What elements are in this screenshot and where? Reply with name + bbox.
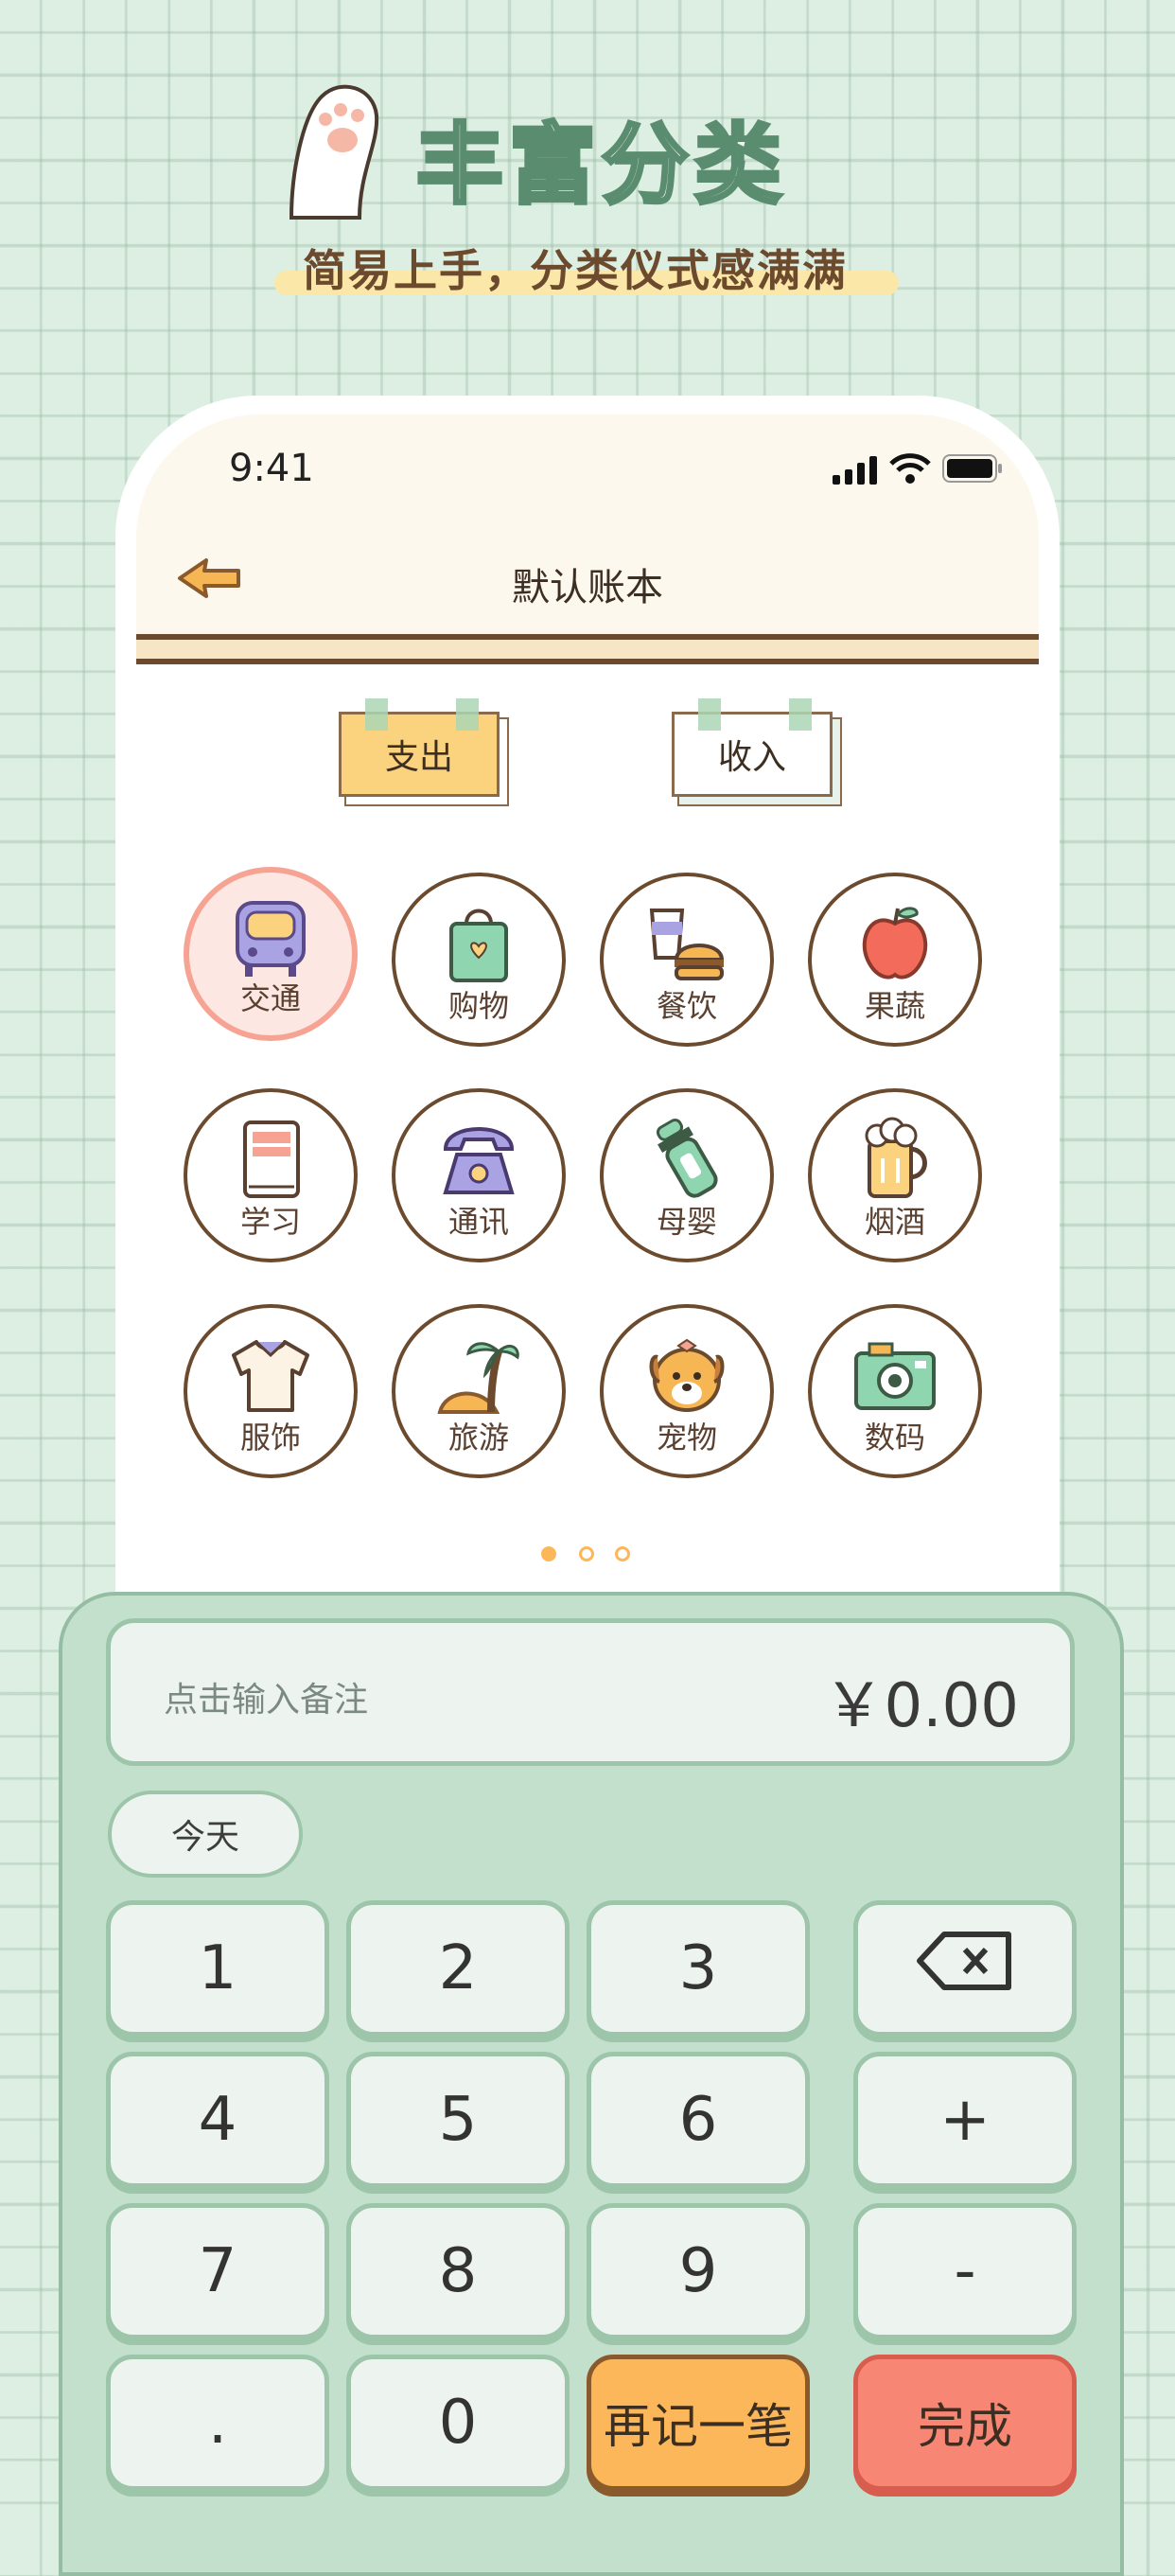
category-label: 餐饮 [656,988,717,1024]
done-button[interactable]: 完成 [853,2355,1077,2491]
key-2[interactable]: 2 [346,1900,570,2037]
key-6[interactable]: 6 [587,2052,810,2188]
category-digital[interactable]: 数码 [808,1304,982,1478]
key-3[interactable]: 3 [587,1900,810,2037]
backspace-button[interactable] [853,1900,1077,2037]
category-label: 服饰 [239,1420,301,1456]
page-dot-2[interactable] [579,1546,594,1561]
wifi-icon [889,452,931,488]
category-label: 母婴 [656,1204,717,1240]
shirt-icon [228,1332,313,1418]
beer-icon [852,1117,938,1202]
baby-bottle-icon [644,1117,729,1202]
category-shopping[interactable]: 购物 [392,873,566,1047]
category-label: 购物 [447,988,509,1024]
subtitle-text: 简易上手，分类仪式感满满 [303,245,848,296]
category-fruit-veg[interactable]: 果蔬 [808,873,982,1047]
backspace-icon [916,1931,1014,2006]
palm-tree-icon [436,1332,521,1418]
record-again-button[interactable]: 再记一笔 [587,2355,810,2491]
key-8[interactable]: 8 [346,2203,570,2339]
book-icon [228,1117,313,1202]
note-input[interactable]: 点击输入备注 ￥0.00 [106,1618,1075,1766]
key-dot[interactable]: . [106,2355,329,2491]
page-dot-1[interactable] [541,1546,556,1561]
burger-drink-icon [644,901,729,986]
category-label: 果蔬 [864,988,925,1024]
category-label: 交通 [239,980,301,1016]
category-travel[interactable]: 旅游 [392,1304,566,1478]
tab-expense[interactable]: 支出 [339,698,509,806]
category-clothing[interactable]: 服饰 [184,1304,358,1478]
category-label: 学习 [239,1204,301,1240]
key-4[interactable]: 4 [106,2052,329,2188]
category-baby[interactable]: 母婴 [600,1088,774,1262]
key-1[interactable]: 1 [106,1900,329,2037]
nav-title: 默认账本 [512,566,663,609]
battery-icon [942,454,1003,486]
note-placeholder: 点击输入备注 [164,1681,369,1720]
date-button[interactable]: 今天 [108,1791,303,1878]
tab-income[interactable]: 收入 [672,698,842,806]
camera-icon [852,1332,938,1418]
category-telecom[interactable]: 通讯 [392,1088,566,1262]
key-7[interactable]: 7 [106,2203,329,2339]
category-pet[interactable]: 宠物 [600,1304,774,1478]
category-study[interactable]: 学习 [184,1088,358,1262]
key-plus[interactable]: + [853,2052,1077,2188]
page-dot-3[interactable] [615,1546,630,1561]
category-label: 烟酒 [864,1204,925,1240]
key-minus[interactable]: - [853,2203,1077,2339]
category-tobacco-alcohol[interactable]: 烟酒 [808,1088,982,1262]
key-9[interactable]: 9 [587,2203,810,2339]
category-dining[interactable]: 餐饮 [600,873,774,1047]
key-0[interactable]: 0 [346,2355,570,2491]
shopping-bag-icon [436,901,521,986]
cat-paw-icon [284,78,388,220]
status-time: 9:41 [229,447,314,490]
dog-icon [644,1332,729,1418]
key-5[interactable]: 5 [346,2052,570,2188]
category-label: 通讯 [447,1204,509,1240]
category-label: 数码 [864,1420,925,1456]
category-label: 旅游 [447,1420,509,1456]
amount-display: ￥0.00 [823,1671,1020,1741]
telephone-icon [436,1117,521,1202]
page-title: 丰富分类 [414,113,788,218]
apple-icon [852,901,938,986]
category-transport[interactable]: 交通 [184,867,358,1041]
phone-screen: 9:41 默认账本 支出 收入 交通 购物 餐饮 果蔬 学习 通讯 母婴 烟酒 … [136,415,1039,1645]
signal-icon [833,456,878,488]
bus-icon [228,897,313,982]
subtitle: 简易上手，分类仪式感满满 [274,237,899,303]
category-label: 宠物 [656,1420,717,1456]
